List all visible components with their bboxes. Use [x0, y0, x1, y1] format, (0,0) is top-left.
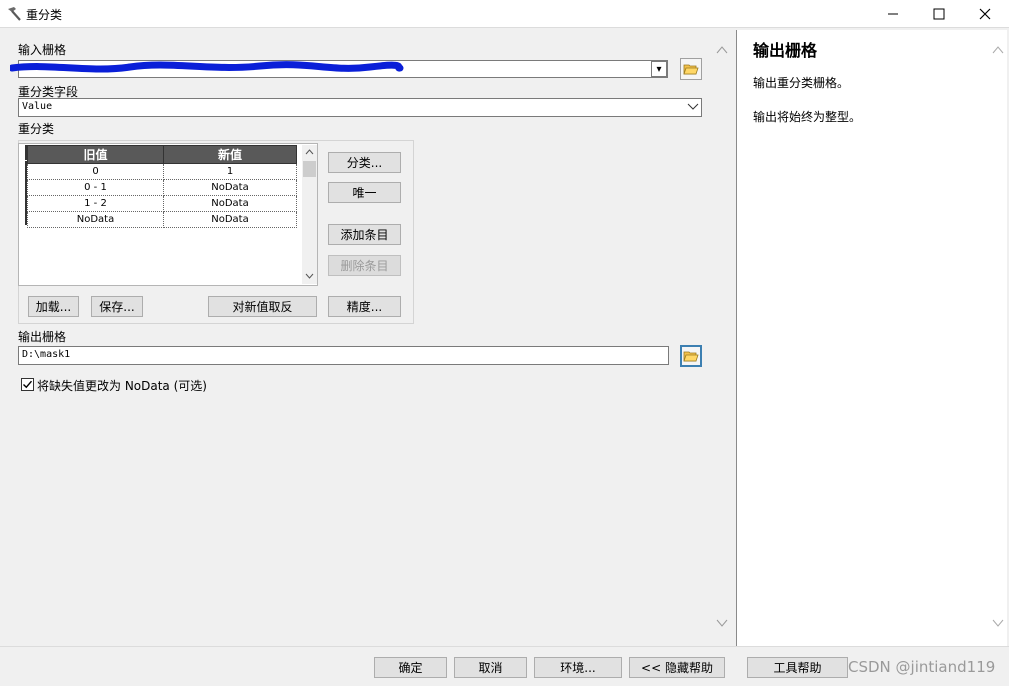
classify-button[interactable]: 分类...	[328, 152, 401, 173]
table-row[interactable]: 1 - 2 NoData	[27, 195, 297, 212]
help-paragraph: 输出重分类栅格。	[753, 76, 850, 90]
reverse-new-values-button[interactable]: 对新值取反	[208, 296, 317, 317]
help-title: 输出栅格	[753, 41, 818, 60]
old-value-cell[interactable]: NoData	[27, 211, 164, 228]
old-value-cell[interactable]: 0	[27, 163, 164, 180]
open-folder-icon	[683, 64, 699, 75]
reclass-table[interactable]: 旧值 新值 0 1 0 - 1 NoData 1 - 2 NoData NoDa…	[27, 145, 297, 228]
checkmark-icon	[23, 380, 33, 389]
new-value-cell[interactable]: 1	[163, 163, 297, 180]
minimize-button[interactable]	[870, 0, 916, 28]
output-raster-value: D:\mask1	[22, 349, 71, 360]
open-folder-icon	[683, 351, 699, 362]
nodata-checkbox[interactable]	[21, 378, 34, 391]
close-button[interactable]	[962, 0, 1008, 28]
chevron-down-icon[interactable]	[305, 273, 314, 280]
environments-button[interactable]: 环境...	[534, 657, 622, 678]
reclass-field-select[interactable]: Value	[18, 98, 702, 117]
reclass-table-container: 旧值 新值 0 1 0 - 1 NoData 1 - 2 NoData NoDa…	[18, 143, 318, 286]
table-row[interactable]: 0 1	[27, 163, 297, 180]
old-value-cell[interactable]: 0 - 1	[27, 179, 164, 196]
footer-divider	[0, 646, 1009, 647]
window-title: 重分类	[26, 8, 63, 22]
chevron-up-icon[interactable]	[305, 148, 314, 155]
output-raster-input[interactable]: D:\mask1	[18, 346, 669, 365]
scroll-thumb[interactable]	[303, 161, 316, 177]
chevron-up-icon[interactable]	[992, 45, 1004, 54]
unique-button[interactable]: 唯一	[328, 182, 401, 203]
watermark: CSDN @jintiand119	[848, 658, 996, 676]
reclassification-label: 重分类	[18, 122, 55, 136]
maximize-button[interactable]	[916, 0, 962, 28]
close-icon	[979, 8, 991, 20]
chevron-down-icon[interactable]	[716, 619, 728, 628]
input-raster-label: 输入栅格	[18, 43, 67, 57]
help-pane: 输出栅格 输出重分类栅格。 输出将始终为整型。	[736, 30, 989, 646]
column-header-new[interactable]: 新值	[163, 145, 297, 164]
output-raster-label: 输出栅格	[18, 330, 67, 344]
reclass-field-value: Value	[22, 101, 53, 112]
input-raster-browse-button[interactable]	[680, 58, 702, 80]
add-entry-button[interactable]: 添加条目	[328, 224, 401, 245]
new-value-cell[interactable]: NoData	[163, 211, 297, 228]
precision-button[interactable]: 精度...	[328, 296, 401, 317]
maximize-icon	[933, 8, 945, 20]
help-scrollbar[interactable]	[989, 30, 1007, 646]
column-header-old[interactable]: 旧值	[27, 145, 164, 164]
chevron-down-icon	[687, 103, 699, 110]
title-bar: 重分类	[0, 0, 1009, 28]
hammer-icon	[8, 7, 21, 21]
table-scrollbar[interactable]	[302, 145, 317, 284]
load-button[interactable]: 加载...	[28, 296, 79, 317]
save-button[interactable]: 保存...	[91, 296, 143, 317]
output-raster-browse-button[interactable]	[680, 345, 702, 367]
delete-entry-button[interactable]: 删除条目	[328, 255, 401, 276]
old-value-cell[interactable]: 1 - 2	[27, 195, 164, 212]
chevron-down-icon: ▾	[656, 63, 662, 75]
ok-button[interactable]: 确定	[374, 657, 447, 678]
chevron-up-icon[interactable]	[716, 45, 728, 54]
hide-help-button[interactable]: << 隐藏帮助	[629, 657, 725, 678]
table-row[interactable]: 0 - 1 NoData	[27, 179, 297, 196]
input-raster-dropdown[interactable]: ▾	[651, 61, 667, 77]
redaction-scribble	[10, 61, 404, 73]
new-value-cell[interactable]: NoData	[163, 179, 297, 196]
help-paragraph: 输出将始终为整型。	[753, 110, 862, 124]
table-row[interactable]: NoData NoData	[27, 211, 297, 228]
new-value-cell[interactable]: NoData	[163, 195, 297, 212]
minimize-icon	[888, 13, 898, 15]
cancel-button[interactable]: 取消	[454, 657, 527, 678]
nodata-checkbox-label[interactable]: 将缺失值更改为 NoData (可选)	[37, 377, 207, 394]
chevron-down-icon[interactable]	[992, 619, 1004, 628]
tool-help-button[interactable]: 工具帮助	[747, 657, 848, 678]
